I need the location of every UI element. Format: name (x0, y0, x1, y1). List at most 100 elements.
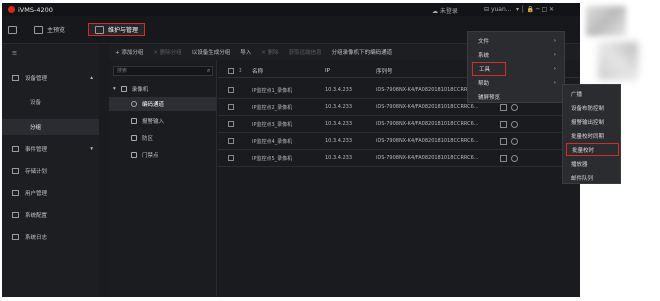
group-encoding-channel-button[interactable]: 分组录像机下的编码通道 (332, 48, 393, 56)
user-icon (12, 190, 19, 196)
submenu-item-player[interactable]: 播放器 (566, 157, 619, 170)
row-ip: 10.3.4.233 (325, 155, 353, 161)
submenu-item-broadcast[interactable]: 广播 (566, 87, 619, 100)
user-account[interactable]: ⊟ yuan... (484, 6, 512, 13)
tools-submenu: 广播 设备布防控制 报警输出控制 批量校时同期 批量校时 播放器 邮件队列 (562, 84, 621, 184)
table-row[interactable]: IP监控点4_录像机 10.3.4.233 iDS-7908NX-K4/FA0820… (218, 133, 580, 150)
gear-icon (12, 212, 19, 218)
row-name: IP监控点2_录像机 (252, 104, 293, 111)
row-ip: 10.3.4.233 (325, 138, 353, 144)
row-checkbox[interactable] (228, 155, 234, 161)
edit-icon[interactable] (500, 154, 507, 162)
settings-icon[interactable] (511, 120, 518, 128)
column-serial[interactable]: 序列号 (376, 65, 393, 77)
table-row[interactable]: IP监控点3_录像机 10.3.4.233 iDS-7908NX-K4/FA0820… (218, 116, 580, 133)
edit-icon[interactable] (500, 137, 507, 145)
edit-icon[interactable] (500, 103, 507, 111)
search-icon[interactable]: ⌕ (207, 67, 210, 75)
camera-icon (131, 101, 137, 107)
tree-root-recorder[interactable]: ▾ 录像机 (109, 82, 216, 96)
sidebar-item-users[interactable]: 用户管理 (2, 185, 99, 201)
tree-item-zone[interactable]: 防区 (109, 131, 216, 145)
tree-item-alarm-input[interactable]: 报警输入 (109, 114, 216, 128)
tree-item-door[interactable]: 门禁点 (109, 148, 216, 162)
menu-item-tools[interactable]: 工具 (472, 62, 506, 76)
tab-maintenance[interactable]: 维护与管理 (88, 23, 146, 36)
lock-icon: 🔒 (526, 6, 534, 13)
row-name: IP监控点4_录像机 (252, 138, 293, 145)
row-ip: 10.3.4.233 (325, 87, 353, 93)
grid-menu-icon[interactable] (8, 23, 22, 36)
tab-main-preview[interactable]: 主预览 (28, 23, 71, 36)
row-serial: iDS-7908NX-K4/FA0820181018CCRRC6... (376, 121, 479, 127)
row-checkbox[interactable] (228, 87, 234, 93)
submenu-item-mail-queue[interactable]: 邮件队列 (566, 171, 619, 184)
select-all-checkbox[interactable] (228, 68, 234, 74)
import-button[interactable]: 导入 (240, 48, 251, 56)
row-serial: iDS-7908NX-K4/FA0820181018CCRRC6... (376, 155, 479, 161)
row-name: IP监控点5_录像机 (252, 155, 293, 162)
storage-icon (12, 168, 19, 174)
device-icon (12, 75, 19, 81)
row-checkbox[interactable] (228, 104, 234, 110)
edit-icon[interactable] (500, 120, 507, 128)
sidebar: ☰ 设备管理 ▴ 设备 分组 事件管理 ▾ 存储计划 用户管理 系统配置 系统日志 (2, 44, 99, 297)
menu-item-help[interactable]: 帮助 › (468, 76, 564, 90)
sidebar-item-storage[interactable]: 存储计划 (2, 163, 99, 179)
sidebar-item-group[interactable]: 分组 (2, 119, 99, 135)
close-icon: ✕ (549, 6, 555, 13)
delete-group-button[interactable]: ✕ 删除分组 (153, 48, 181, 56)
monitor-icon (34, 25, 43, 34)
submenu-item-alarm-output[interactable]: 报警输出控制 (566, 115, 619, 128)
zone-icon (131, 135, 137, 141)
blurred-area (586, 6, 626, 36)
row-checkbox[interactable] (228, 121, 234, 127)
table-row[interactable]: IP监控点5_录像机 10.3.4.233 iDS-7908NX-K4/FA0820… (218, 150, 580, 167)
door-icon (131, 152, 137, 158)
menu-item-system[interactable]: 系统 › (468, 48, 564, 62)
log-icon (12, 234, 19, 240)
menu-item-tools-row: 工具 › (468, 62, 564, 76)
alarm-icon (131, 118, 137, 124)
group-tree-panel: 搜索 ⌕ ▾ 录像机 编码通道 报警输入 防区 门禁点 (109, 60, 217, 297)
settings-icon[interactable] (511, 154, 518, 162)
title-bar: iVMS-4200 ☁ 未登录 ⊟ yuan... ▾ │ 🔒 ─ □ ✕ (2, 3, 580, 16)
cloud-status[interactable]: ☁ 未登录 (432, 6, 458, 15)
sidebar-item-log[interactable]: 系统日志 (2, 229, 99, 245)
row-serial: iDS-7908NX-K4/FA0820181018CCRRC6... (376, 138, 479, 144)
menu-item-file[interactable]: 文件 › (468, 34, 564, 48)
sidebar-item-device-management[interactable]: 设备管理 ▴ (2, 70, 99, 86)
submenu-item-arm-control[interactable]: 设备布防控制 (566, 101, 619, 114)
submenu-item-batch-time[interactable]: 批量校时 (566, 143, 619, 156)
window-controls[interactable]: ▾ │ 🔒 ─ □ ✕ (516, 6, 554, 13)
chevron-right-icon: › (553, 80, 556, 86)
sidebar-item-device[interactable]: 设备 (2, 94, 99, 110)
sidebar-item-event[interactable]: 事件管理 ▾ (2, 141, 99, 157)
row-ip: 10.3.4.233 (325, 104, 353, 110)
delete-button[interactable]: ✕ 删除 (261, 48, 278, 56)
generate-group-button[interactable]: 以设备生成分组 (192, 48, 231, 56)
column-name[interactable]: 名称 (252, 65, 263, 77)
column-ip[interactable]: IP (325, 65, 330, 77)
app-title: iVMS-4200 (18, 6, 53, 14)
row-ip: 10.3.4.233 (325, 121, 353, 127)
settings-icon[interactable] (511, 103, 518, 111)
sidebar-collapse[interactable]: ☰ (2, 46, 99, 62)
tree-item-encoding-channel[interactable]: 编码通道 (109, 97, 216, 111)
tree-search-input[interactable]: 搜索 (113, 66, 213, 76)
sort-icon[interactable]: ↕ (238, 65, 243, 77)
chevron-right-icon: › (553, 38, 556, 44)
row-checkbox[interactable] (228, 138, 234, 144)
blurred-area (598, 42, 638, 80)
fetch-remote-button[interactable]: 获取远端信息 (289, 48, 322, 56)
menu-item-aux-preview[interactable]: 辅屏预览 (468, 90, 564, 104)
event-icon (12, 146, 19, 152)
settings-icon[interactable] (511, 137, 518, 145)
add-group-button[interactable]: + 添加分组 (115, 48, 143, 56)
sidebar-item-config[interactable]: 系统配置 (2, 207, 99, 223)
chevron-right-icon: › (553, 66, 556, 72)
maximize-icon: □ (541, 6, 548, 13)
folder-icon (120, 86, 127, 92)
minimize-icon: ─ (535, 6, 540, 13)
submenu-item-batch-sync[interactable]: 批量校时同期 (566, 129, 619, 142)
